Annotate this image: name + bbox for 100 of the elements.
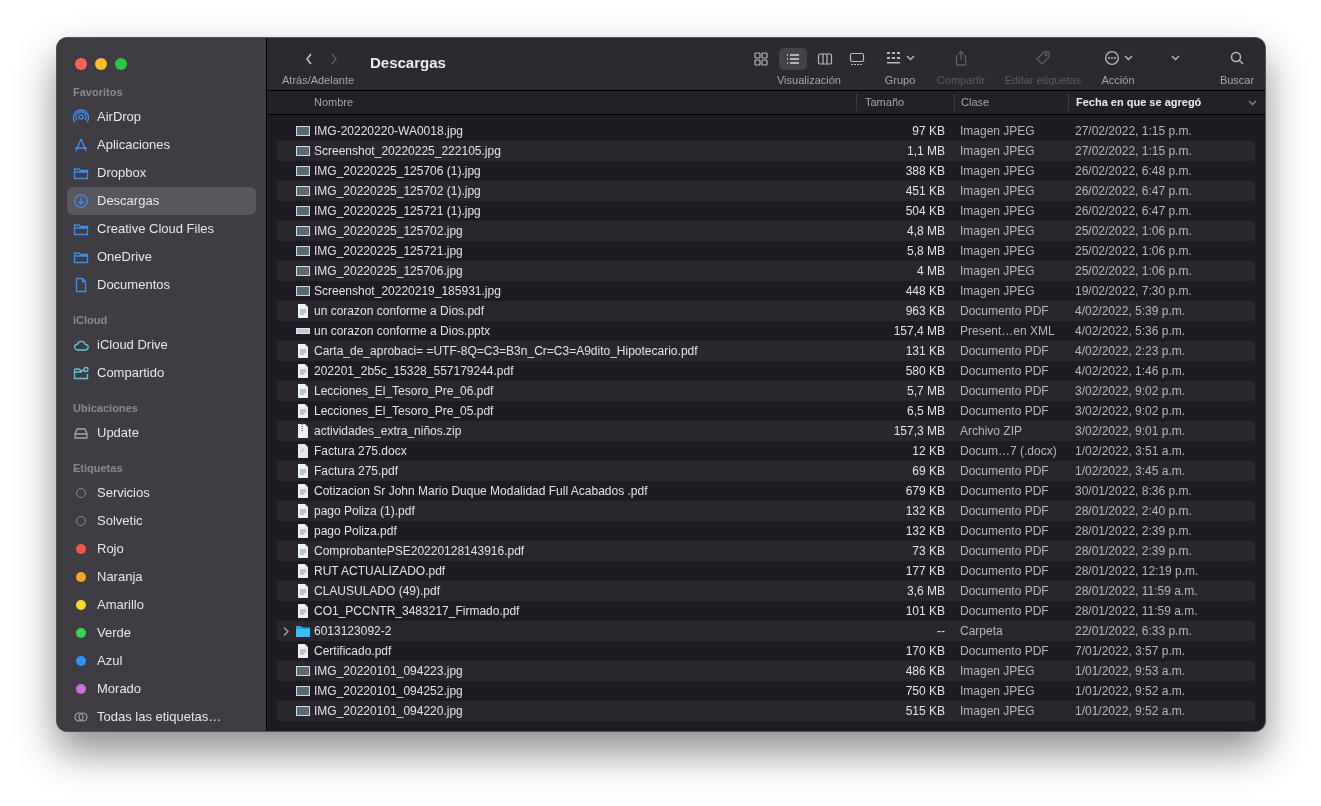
file-row[interactable]: IMG_20220225_125702 (1).jpg 451 KB Imagen JPEG 26/02/2022, 6:47 p.m. xyxy=(277,181,1255,201)
file-row[interactable]: CLAUSULADO (49).pdf 3,6 MB Documento PDF 28/01/2022, 11:59 a.m. xyxy=(277,581,1255,601)
file-row[interactable]: pago Poliza.pdf 132 KB Documento PDF 28/01/2022, 2:39 p.m. xyxy=(277,521,1255,541)
pdf-file-icon xyxy=(295,483,311,499)
sidebar-item[interactable]: Compartido xyxy=(67,359,256,387)
toolbar-button[interactable]: Grupo xyxy=(869,38,931,90)
file-name: Factura 275.docx xyxy=(314,443,407,460)
image-thumbnail-icon xyxy=(295,683,311,699)
file-row[interactable]: IMG_20220225_125721 (1).jpg 504 KB Imagen JPEG 26/02/2022, 6:47 p.m. xyxy=(277,201,1255,221)
file-row[interactable]: CO1_PCCNTR_3483217_Firmado.pdf 101 KB Documento PDF 28/01/2022, 11:59 a.m. xyxy=(277,601,1255,621)
file-row[interactable]: Lecciones_El_Tesoro_Pre_05.pdf 6,5 MB Documento PDF 3/02/2022, 9:02 p.m. xyxy=(277,401,1255,421)
file-row[interactable]: Screenshot_20220225_222105.jpg 1,1 MB Imagen JPEG 27/02/2022, 1:15 p.m. xyxy=(277,141,1255,161)
file-size: 101 KB xyxy=(904,603,946,620)
file-row[interactable]: IMG_20220225_125721.jpg 5,8 MB Imagen JPEG 25/02/2022, 1:06 p.m. xyxy=(277,241,1255,261)
file-row[interactable]: un corazon conforme a Dios.pdf 963 KB Documento PDF 4/02/2022, 5:39 p.m. xyxy=(277,301,1255,321)
sidebar-item[interactable]: Verde xyxy=(67,619,256,647)
sidebar-item[interactable]: Descargas xyxy=(67,187,256,215)
file-kind: Imagen JPEG xyxy=(959,203,1036,220)
file-row[interactable]: 202201_2b5c_15328_557179244.pdf 580 KB Documento PDF 4/02/2022, 1:46 p.m. xyxy=(277,361,1255,381)
file-kind: Imagen JPEG xyxy=(959,143,1036,160)
toolbar-button[interactable]: Buscar xyxy=(1209,38,1265,90)
close-button[interactable] xyxy=(75,58,87,70)
file-date: 28/01/2022, 2:39 p.m. xyxy=(1074,523,1193,540)
zoom-button[interactable] xyxy=(115,58,127,70)
file-row[interactable]: IMG_20220225_125706.jpg 4 MB Imagen JPEG 25/02/2022, 1:06 p.m. xyxy=(277,261,1255,281)
file-kind: Documento PDF xyxy=(959,543,1050,560)
file-row[interactable]: Lecciones_El_Tesoro_Pre_06.pdf 5,7 MB Documento PDF 3/02/2022, 9:02 p.m. xyxy=(277,381,1255,401)
file-date: 1/01/2022, 9:52 a.m. xyxy=(1074,703,1187,720)
sidebar-item[interactable]: Rojo xyxy=(67,535,256,563)
sidebar-item[interactable]: iCloud Drive xyxy=(67,331,256,359)
sidebar-item[interactable]: Servicios xyxy=(67,479,256,507)
pdf-file-icon xyxy=(295,343,311,359)
sidebar-item[interactable]: Aplicaciones xyxy=(67,131,256,159)
pdf-file-icon xyxy=(295,563,311,579)
file-row[interactable]: IMG_20220101_094252.jpg 750 KB Imagen JPEG 1/01/2022, 9:52 a.m. xyxy=(277,681,1255,701)
toolbar-button[interactable]: Acción xyxy=(1095,38,1141,90)
pdf-file-icon xyxy=(295,363,311,379)
file-row[interactable]: IMG_20220101_094220.jpg 515 KB Imagen JPEG 1/01/2022, 9:52 a.m. xyxy=(277,701,1255,721)
back-button[interactable] xyxy=(304,52,314,66)
pdf-file-icon xyxy=(295,403,311,419)
sidebar-item[interactable]: AirDrop xyxy=(67,103,256,131)
disclosure-chevron-icon[interactable] xyxy=(282,626,289,636)
grid-icon xyxy=(753,51,769,67)
section-title: Ubicaciones xyxy=(72,401,139,415)
column-header[interactable]: Clase xyxy=(954,94,1068,111)
sidebar-item[interactable]: Update xyxy=(67,419,256,447)
file-row[interactable]: IMG-20220220-WA0018.jpg 97 KB Imagen JPEG 27/02/2022, 1:15 p.m. xyxy=(277,121,1255,141)
file-date: 30/01/2022, 8:36 p.m. xyxy=(1074,483,1193,500)
file-row[interactable]: Cotizacion Sr John Mario Duque Modalidad Full Acabados .pdf 679 KB Documento PDF 30/01/2022, 8:36 p.m. xyxy=(277,481,1255,501)
file-row[interactable]: IMG_20220225_125702.jpg 4,8 MB Imagen JPEG 25/02/2022, 1:06 p.m. xyxy=(277,221,1255,241)
sidebar-item[interactable]: Documentos xyxy=(67,271,256,299)
file-row[interactable]: Factura 275.pdf 69 KB Documento PDF 1/02/2022, 3:45 a.m. xyxy=(277,461,1255,481)
sidebar-item[interactable]: Dropbox xyxy=(67,159,256,187)
file-row[interactable]: actividades_extra_niños.zip 157,3 MB Archivo ZIP 3/02/2022, 9:01 p.m. xyxy=(277,421,1255,441)
document-icon xyxy=(73,277,89,293)
file-row[interactable]: un corazon conforme a Dios.pptx 157,4 MB Present…en XML 4/02/2022, 5:36 p.m. xyxy=(277,321,1255,341)
column-header[interactable]: Tamaño xyxy=(856,94,954,111)
file-row[interactable]: 6013123092-2 -- Carpeta 22/01/2022, 6:33 p.m. xyxy=(277,621,1255,641)
file-row[interactable]: Carta_de_aprobaci= =UTF-8Q=C3=B3n_Cr=C3=A9dito_Hipotecario.pdf 131 KB Documento PDF 4/02/2022, 2:23 p.m. xyxy=(277,341,1255,361)
file-size: 1,1 MB xyxy=(906,143,946,160)
sidebar-item[interactable]: Todas las etiquetas… xyxy=(67,703,256,731)
file-row[interactable]: Certificado.pdf 170 KB Documento PDF 7/01/2022, 3:57 p.m. xyxy=(277,641,1255,661)
sidebar-item[interactable]: OneDrive xyxy=(67,243,256,271)
file-size: 69 KB xyxy=(911,463,946,480)
pdf-file-icon xyxy=(295,383,311,399)
file-name: IMG_20220225_125721 (1).jpg xyxy=(314,203,481,220)
search-icon xyxy=(1229,50,1245,66)
file-row[interactable]: Factura 275.docx 12 KB Docum…7 (.docx) 1/02/2022, 3:51 a.m. xyxy=(277,441,1255,461)
file-name: pago Poliza (1).pdf xyxy=(314,503,415,520)
file-row[interactable]: IMG_20220225_125706 (1).jpg 388 KB Imagen JPEG 26/02/2022, 6:48 p.m. xyxy=(277,161,1255,181)
pdf-file-icon xyxy=(295,643,311,659)
file-date: 7/01/2022, 3:57 p.m. xyxy=(1074,643,1187,660)
sidebar-item[interactable]: Naranja xyxy=(67,563,256,591)
file-row[interactable]: Screenshot_20220219_185931.jpg 448 KB Imagen JPEG 19/02/2022, 7:30 p.m. xyxy=(277,281,1255,301)
column-header[interactable]: Nombre xyxy=(267,94,856,111)
file-name: actividades_extra_niños.zip xyxy=(314,423,462,440)
file-size: 580 KB xyxy=(904,363,946,380)
sidebar-item[interactable]: Solvetic xyxy=(67,507,256,535)
file-kind: Imagen JPEG xyxy=(959,163,1036,180)
sidebar-item[interactable]: Creative Cloud Files xyxy=(67,215,256,243)
file-row[interactable]: ComprobantePSE20220128143916.pdf 73 KB Documento PDF 28/01/2022, 2:39 p.m. xyxy=(277,541,1255,561)
file-name: Lecciones_El_Tesoro_Pre_05.pdf xyxy=(314,403,494,420)
file-row[interactable]: RUT ACTUALIZADO.pdf 177 KB Documento PDF 28/01/2022, 12:19 p.m. xyxy=(277,561,1255,581)
file-size: 132 KB xyxy=(904,503,946,520)
sidebar-item[interactable]: Azul xyxy=(67,647,256,675)
file-kind: Imagen JPEG xyxy=(959,243,1036,260)
file-size: 5,7 MB xyxy=(906,383,946,400)
folder-icon xyxy=(73,221,89,237)
file-date: 28/01/2022, 2:40 p.m. xyxy=(1074,503,1193,520)
column-header[interactable]: Fecha en que se agregó xyxy=(1068,94,1265,111)
sidebar-item[interactable]: Morado xyxy=(67,675,256,703)
view-button[interactable] xyxy=(779,48,807,70)
list-icon xyxy=(785,51,801,67)
file-row[interactable]: IMG_20220101_094223.jpg 486 KB Imagen JPEG 1/01/2022, 9:53 a.m. xyxy=(277,661,1255,681)
pdf-file-icon xyxy=(295,463,311,479)
pdf-file-icon xyxy=(295,503,311,519)
file-row[interactable]: pago Poliza (1).pdf 132 KB Documento PDF 28/01/2022, 2:40 p.m. xyxy=(277,501,1255,521)
minimize-button[interactable] xyxy=(95,58,107,70)
file-date: 27/02/2022, 1:15 p.m. xyxy=(1074,143,1193,160)
sidebar-item[interactable]: Amarillo xyxy=(67,591,256,619)
